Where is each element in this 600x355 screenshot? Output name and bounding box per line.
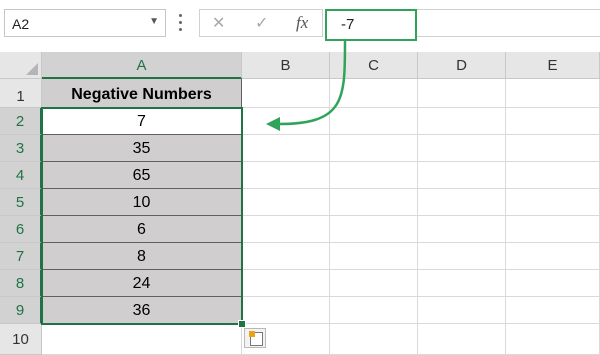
cell-b9[interactable] [242, 297, 330, 324]
column-header-d[interactable]: D [418, 52, 506, 79]
cell-e6[interactable] [506, 216, 600, 243]
cell-c4[interactable] [330, 162, 418, 189]
cell-a9[interactable]: 36 [42, 297, 242, 324]
cell-b5[interactable] [242, 189, 330, 216]
cell-c3[interactable] [330, 135, 418, 162]
formula-input-area[interactable] [417, 9, 600, 37]
cell-a6[interactable]: 6 [42, 216, 242, 243]
column-header-e[interactable]: E [506, 52, 600, 79]
name-box[interactable]: A2 ▼ [4, 9, 166, 37]
row-header-1[interactable]: 1 [0, 79, 42, 108]
cell-e5[interactable] [506, 189, 600, 216]
cell-c1[interactable] [330, 79, 418, 108]
cell-a7[interactable]: 8 [42, 243, 242, 270]
row-header-6[interactable]: 6 [0, 216, 42, 243]
cell-a1[interactable]: Negative Numbers [42, 79, 242, 108]
cell-a3[interactable]: 35 [42, 135, 242, 162]
cell-b1[interactable] [242, 79, 330, 108]
row-header-7[interactable]: 7 [0, 243, 42, 270]
cell-d9[interactable] [418, 297, 506, 324]
row-header-9[interactable]: 9 [0, 297, 42, 324]
cell-d1[interactable] [418, 79, 506, 108]
cell-c9[interactable] [330, 297, 418, 324]
cell-d3[interactable] [418, 135, 506, 162]
row-header-2[interactable]: 2 [0, 108, 42, 135]
cell-e7[interactable] [506, 243, 600, 270]
chevron-down-icon[interactable]: ▼ [149, 16, 159, 27]
cell-e9[interactable] [506, 297, 600, 324]
cell-d7[interactable] [418, 243, 506, 270]
cell-d6[interactable] [418, 216, 506, 243]
cell-b6[interactable] [242, 216, 330, 243]
cell-c2[interactable] [330, 108, 418, 135]
drag-handle-icon[interactable] [177, 10, 183, 36]
cell-c10[interactable] [330, 324, 418, 355]
cell-e1[interactable] [506, 79, 600, 108]
cell-b4[interactable] [242, 162, 330, 189]
cell-c6[interactable] [330, 216, 418, 243]
insert-function-icon[interactable]: fx [296, 13, 308, 33]
formula-input[interactable]: -7 [325, 9, 417, 41]
fill-handle[interactable] [238, 320, 246, 328]
cell-e4[interactable] [506, 162, 600, 189]
formula-controls: ✕ ✓ fx [199, 9, 323, 37]
cell-d10[interactable] [418, 324, 506, 355]
cell-a2[interactable]: 7 [42, 108, 242, 135]
cell-d5[interactable] [418, 189, 506, 216]
select-all-button[interactable] [0, 52, 42, 79]
cell-a5[interactable]: 10 [42, 189, 242, 216]
cell-a8[interactable]: 24 [42, 270, 242, 297]
cell-b3[interactable] [242, 135, 330, 162]
cell-c8[interactable] [330, 270, 418, 297]
cell-b2[interactable] [242, 108, 330, 135]
cell-e2[interactable] [506, 108, 600, 135]
cancel-icon[interactable]: ✕ [212, 13, 225, 33]
cell-c5[interactable] [330, 189, 418, 216]
cell-b8[interactable] [242, 270, 330, 297]
cell-d2[interactable] [418, 108, 506, 135]
cell-e10[interactable] [506, 324, 600, 355]
row-header-4[interactable]: 4 [0, 162, 42, 189]
cell-e3[interactable] [506, 135, 600, 162]
row-header-5[interactable]: 5 [0, 189, 42, 216]
row-header-3[interactable]: 3 [0, 135, 42, 162]
row-header-8[interactable]: 8 [0, 270, 42, 297]
column-header-a[interactable]: A [42, 52, 242, 79]
column-header-c[interactable]: C [330, 52, 418, 79]
cell-d4[interactable] [418, 162, 506, 189]
cell-d8[interactable] [418, 270, 506, 297]
enter-icon[interactable]: ✓ [255, 13, 268, 33]
cell-a10[interactable] [42, 324, 242, 355]
quick-analysis-icon[interactable] [244, 328, 266, 348]
formula-bar: A2 ▼ ✕ ✓ fx -7 [0, 0, 600, 50]
cell-a4[interactable]: 65 [42, 162, 242, 189]
cell-b7[interactable] [242, 243, 330, 270]
column-header-b[interactable]: B [242, 52, 330, 79]
cell-e8[interactable] [506, 270, 600, 297]
cell-c7[interactable] [330, 243, 418, 270]
formula-value: -7 [341, 16, 355, 33]
row-header-10[interactable]: 10 [0, 324, 42, 355]
name-box-value: A2 [12, 16, 30, 32]
